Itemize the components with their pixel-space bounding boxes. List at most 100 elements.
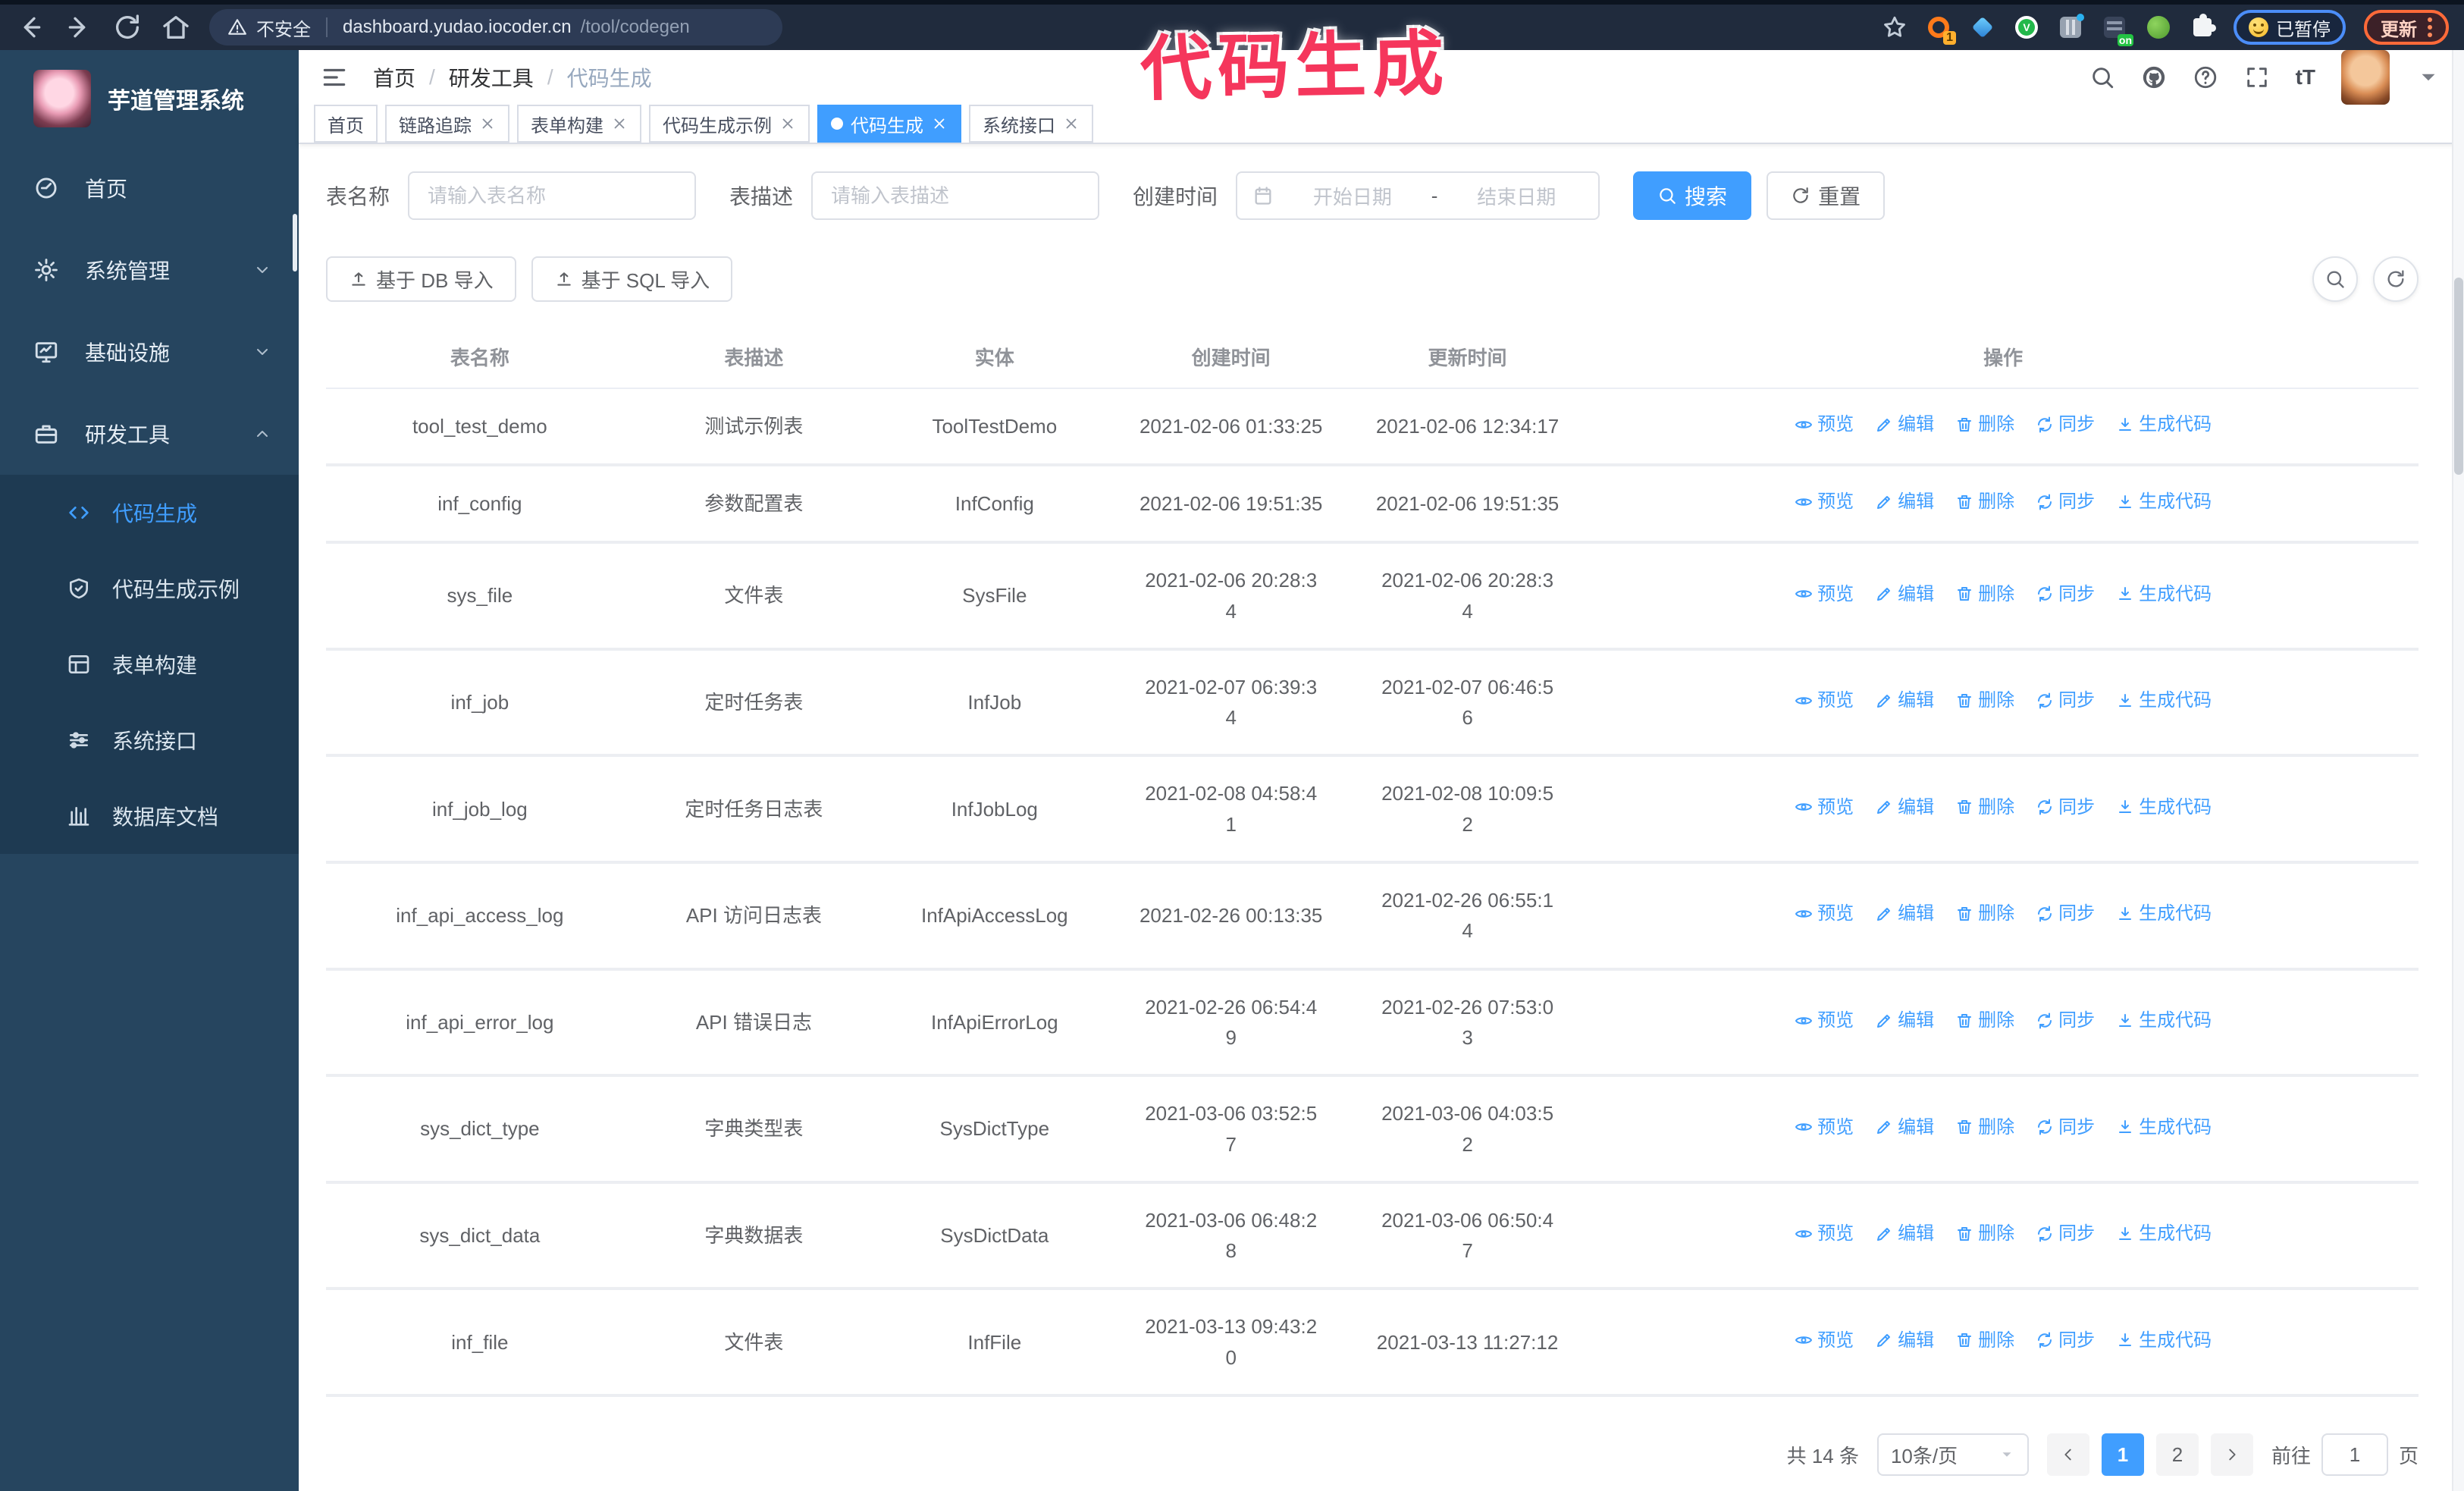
- goto-page-input[interactable]: [2321, 1433, 2388, 1476]
- edit-link[interactable]: 编辑: [1875, 488, 1934, 516]
- edit-link[interactable]: 编辑: [1875, 793, 1934, 821]
- page-size-select[interactable]: 10条/页: [1876, 1433, 2029, 1476]
- preview-link[interactable]: 预览: [1795, 686, 1854, 714]
- sync-link[interactable]: 同步: [2036, 410, 2095, 438]
- avatar-caret-icon[interactable]: [2415, 64, 2441, 90]
- preview-link[interactable]: 预览: [1795, 1113, 1854, 1141]
- browser-update-button[interactable]: 更新: [2364, 10, 2449, 45]
- sidebar-subitem-api[interactable]: 系统接口: [0, 702, 299, 778]
- sync-link[interactable]: 同步: [2036, 899, 2095, 928]
- toggle-search-button[interactable]: [2312, 256, 2358, 303]
- preview-link[interactable]: 预览: [1795, 899, 1854, 928]
- help-icon[interactable]: [2193, 64, 2218, 90]
- sidebar-subitem-codegen[interactable]: 代码生成: [0, 475, 299, 551]
- extension-monkey-icon[interactable]: [2146, 14, 2171, 40]
- edit-link[interactable]: 编辑: [1875, 1326, 1934, 1354]
- tag-codegen-demo[interactable]: 代码生成示例: [649, 105, 810, 143]
- browser-menu-icon[interactable]: [2428, 17, 2432, 37]
- user-avatar[interactable]: [2341, 50, 2390, 105]
- delete-link[interactable]: 删除: [1955, 1219, 2014, 1248]
- sync-link[interactable]: 同步: [2036, 580, 2095, 608]
- sidebar-subitem-db-doc[interactable]: 数据库文档: [0, 778, 299, 854]
- browser-back-icon[interactable]: [15, 12, 45, 42]
- sidebar-subitem-form-builder[interactable]: 表单构建: [0, 626, 299, 702]
- edit-link[interactable]: 编辑: [1875, 1006, 1934, 1034]
- generate-code-link[interactable]: 生成代码: [2116, 488, 2212, 516]
- delete-link[interactable]: 删除: [1955, 1326, 2014, 1354]
- sync-link[interactable]: 同步: [2036, 1006, 2095, 1034]
- edit-link[interactable]: 编辑: [1875, 686, 1934, 714]
- browser-reload-icon[interactable]: [112, 12, 143, 42]
- search-icon[interactable]: [2089, 64, 2115, 90]
- generate-code-link[interactable]: 生成代码: [2116, 899, 2212, 928]
- edit-link[interactable]: 编辑: [1875, 580, 1934, 608]
- sidebar-item-system[interactable]: 系统管理: [0, 229, 299, 311]
- tag-codegen[interactable]: 代码生成: [817, 105, 961, 143]
- page-button-2[interactable]: 2: [2155, 1433, 2199, 1476]
- generate-code-link[interactable]: 生成代码: [2116, 1326, 2212, 1354]
- sync-link[interactable]: 同步: [2036, 686, 2095, 714]
- font-size-icon[interactable]: tT: [2296, 65, 2315, 89]
- extension-gem-icon[interactable]: [1970, 14, 1995, 40]
- edit-link[interactable]: 编辑: [1875, 899, 1934, 928]
- import-sql-button[interactable]: 基于 SQL 导入: [531, 256, 733, 303]
- generate-code-link[interactable]: 生成代码: [2116, 1113, 2212, 1141]
- sidebar-item-home[interactable]: 首页: [0, 147, 299, 229]
- date-range-picker[interactable]: 开始日期 - 结束日期: [1236, 171, 1600, 221]
- generate-code-link[interactable]: 生成代码: [2116, 410, 2212, 438]
- generate-code-link[interactable]: 生成代码: [2116, 686, 2212, 714]
- sync-link[interactable]: 同步: [2036, 793, 2095, 821]
- extension-on-switch-icon[interactable]: on: [2102, 14, 2133, 46]
- breadcrumb-item[interactable]: 研发工具: [449, 62, 534, 93]
- delete-link[interactable]: 删除: [1955, 580, 2014, 608]
- delete-link[interactable]: 删除: [1955, 1113, 2014, 1141]
- next-page-button[interactable]: [2210, 1433, 2253, 1476]
- tag-api[interactable]: 系统接口: [969, 105, 1093, 143]
- table-desc-input[interactable]: [811, 171, 1100, 221]
- edit-link[interactable]: 编辑: [1875, 1113, 1934, 1141]
- generate-code-link[interactable]: 生成代码: [2116, 1006, 2212, 1034]
- search-button[interactable]: 搜索: [1633, 171, 1752, 221]
- tag-home[interactable]: 首页: [314, 105, 378, 143]
- breadcrumb-item[interactable]: 首页: [373, 62, 415, 93]
- bookmark-star-icon[interactable]: [1882, 14, 1908, 40]
- page-button-1[interactable]: 1: [2101, 1433, 2144, 1476]
- edit-link[interactable]: 编辑: [1875, 410, 1934, 438]
- preview-link[interactable]: 预览: [1795, 488, 1854, 516]
- delete-link[interactable]: 删除: [1955, 488, 2014, 516]
- table-name-input[interactable]: [408, 171, 697, 221]
- delete-link[interactable]: 删除: [1955, 1006, 2014, 1034]
- generate-code-link[interactable]: 生成代码: [2116, 793, 2212, 821]
- generate-code-link[interactable]: 生成代码: [2116, 1219, 2212, 1248]
- sync-link[interactable]: 同步: [2036, 1113, 2095, 1141]
- delete-link[interactable]: 删除: [1955, 899, 2014, 928]
- edit-link[interactable]: 编辑: [1875, 1219, 1934, 1248]
- sidebar-logo-row[interactable]: 芋道管理系统: [0, 50, 299, 147]
- reset-button[interactable]: 重置: [1766, 171, 1886, 221]
- extensions-puzzle-icon[interactable]: [2190, 14, 2216, 40]
- sidebar-item-infra[interactable]: 基础设施: [0, 311, 299, 393]
- github-icon[interactable]: [2141, 64, 2167, 90]
- extension-green-v-icon[interactable]: V: [2014, 14, 2039, 40]
- import-db-button[interactable]: 基于 DB 导入: [326, 256, 516, 303]
- browser-home-icon[interactable]: [161, 12, 191, 42]
- preview-link[interactable]: 预览: [1795, 1006, 1854, 1034]
- preview-link[interactable]: 预览: [1795, 793, 1854, 821]
- sync-link[interactable]: 同步: [2036, 1219, 2095, 1248]
- fullscreen-icon[interactable]: [2244, 64, 2270, 90]
- sidebar-subitem-codegen-demo[interactable]: 代码生成示例: [0, 551, 299, 626]
- sidebar-scrollbar[interactable]: [293, 214, 297, 272]
- sidebar-collapse-icon[interactable]: [320, 63, 349, 92]
- preview-link[interactable]: 预览: [1795, 580, 1854, 608]
- browser-forward-icon[interactable]: [64, 12, 94, 42]
- address-bar[interactable]: 不安全 dashboard.yudao.iocoder.cn/tool/code…: [209, 9, 782, 46]
- preview-link[interactable]: 预览: [1795, 1219, 1854, 1248]
- preview-link[interactable]: 预览: [1795, 410, 1854, 438]
- preview-link[interactable]: 预览: [1795, 1326, 1854, 1354]
- generate-code-link[interactable]: 生成代码: [2116, 580, 2212, 608]
- sync-link[interactable]: 同步: [2036, 488, 2095, 516]
- tag-form-builder[interactable]: 表单构建: [517, 105, 641, 143]
- extension-columns-icon[interactable]: [2058, 14, 2084, 40]
- delete-link[interactable]: 删除: [1955, 793, 2014, 821]
- scrollbar-thumb[interactable]: [2454, 278, 2463, 475]
